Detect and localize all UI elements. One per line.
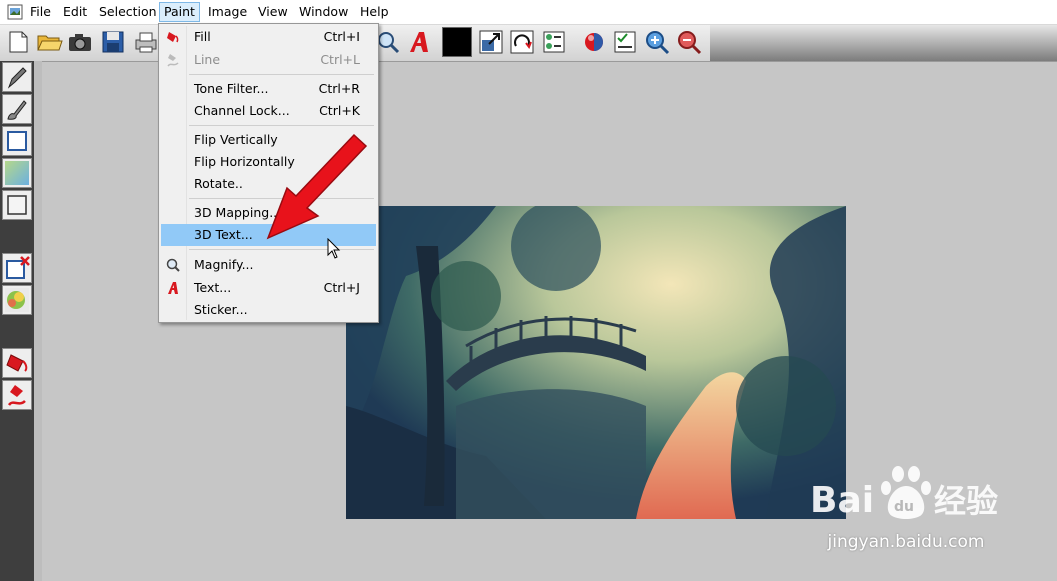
mouse-cursor-icon <box>327 238 341 259</box>
svg-text:du: du <box>894 499 914 515</box>
baidu-jingyan-logo: Bai du 经验 <box>810 466 998 521</box>
svg-text:经验: 经验 <box>934 482 998 520</box>
watermark-domain: jingyan.baidu.com <box>827 532 985 552</box>
svg-text:Bai: Bai <box>810 480 874 521</box>
watermark: Bai du 经验 jingyan.baidu.com <box>806 462 1016 562</box>
